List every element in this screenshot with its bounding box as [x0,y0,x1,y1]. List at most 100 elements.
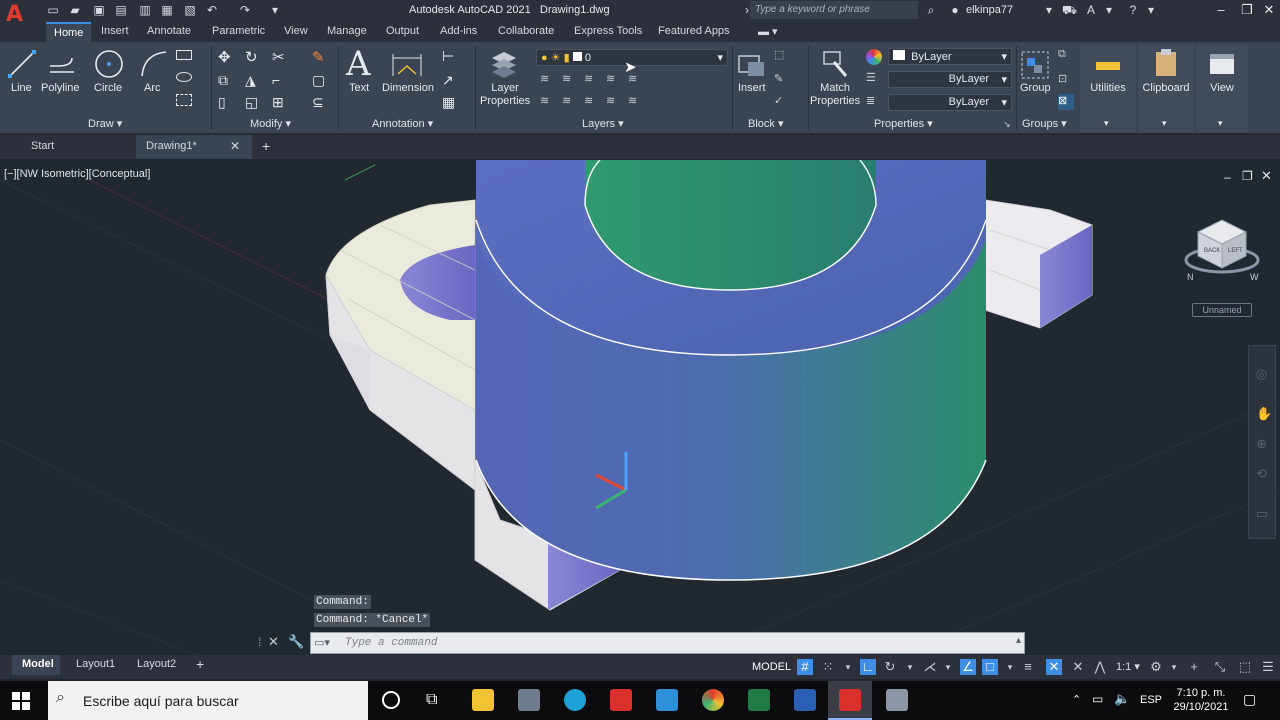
polar-tracking-icon[interactable]: ↻ [882,659,898,675]
layer-tool-icon[interactable]: ≋ [562,94,578,110]
lineweight-toggle-icon[interactable]: ≡ [1020,659,1036,675]
file-explorer-icon[interactable] [472,689,494,711]
add-layout-icon[interactable]: + [196,656,204,672]
tab-home[interactable]: Home [46,22,92,42]
battery-icon[interactable]: ▭ [1092,692,1103,706]
line-icon[interactable] [6,48,38,80]
user-icon[interactable]: ● [948,3,962,17]
panel-title-modify[interactable]: Modify ▾ [250,117,291,130]
layer-tool-icon[interactable]: ≋ [584,94,600,110]
arc-icon[interactable] [138,48,170,80]
command-history-toggle-icon[interactable]: ▴ [1016,635,1021,646]
zoom-icon[interactable]: ⊕ [1256,436,1267,452]
copy-icon[interactable]: ⧉ [218,72,234,88]
grid-toggle-icon[interactable]: # [797,659,813,675]
tab-collaborate[interactable]: Collaborate [498,25,554,37]
close-icon[interactable]: ✕ [1258,2,1280,18]
edit-block-icon[interactable]: ✎ [774,72,790,88]
dimension-button[interactable]: Dimension [382,82,434,95]
erase-icon[interactable]: ✎ [312,48,328,66]
layer-tool-icon[interactable]: ≋ [606,72,622,88]
chevron-down-icon[interactable]: ▾ [1002,659,1018,675]
notification-icon[interactable]: ▢ [1243,691,1256,708]
command-customize-icon[interactable]: 🔧 [288,634,304,650]
text-button[interactable]: Text [349,82,369,95]
match-properties-icon[interactable] [820,48,852,80]
compass-w[interactable]: W [1250,272,1259,282]
help-search-input[interactable]: Type a keyword or phrase [750,1,918,19]
rectangle-icon[interactable] [176,50,192,60]
match-properties-button[interactable]: Match Properties [810,82,860,108]
chevron-down-icon[interactable]: ▾ [1166,659,1182,675]
help-dropdown-icon[interactable]: ▾ [1144,3,1158,17]
a360-dropdown-icon[interactable]: ▾ [1102,3,1116,17]
autodesk-a360-icon[interactable]: A [1084,3,1098,17]
layer-tool-icon[interactable]: ≋ [562,72,578,88]
layer-tool-icon[interactable]: ≋ [584,72,600,88]
object-snap-icon[interactable]: □ [982,659,998,675]
fillet-icon[interactable]: ⌐ [272,72,288,88]
acrobat-icon[interactable] [610,689,632,711]
polyline-button[interactable]: Polyline [41,82,80,95]
viewport-controls-label[interactable]: [−][NW Isometric][Conceptual] [4,168,150,180]
steering-wheel-icon[interactable]: ◎ [1256,366,1267,382]
hatch-icon[interactable] [176,94,192,106]
polyline-icon[interactable] [46,48,78,80]
clean-screen-icon[interactable]: ⬚ [1237,659,1253,675]
ungroup-icon[interactable]: ⧉ [1058,48,1074,64]
orbit-icon[interactable]: ⟲ [1256,466,1267,482]
ucs-name-dropdown[interactable]: Unnamed [1192,303,1252,317]
linear-dim-icon[interactable]: ⊢ [442,48,458,64]
new-tab-icon[interactable]: + [262,138,270,154]
volume-icon[interactable]: 🔈 [1114,691,1130,707]
command-grip-icon[interactable]: ⁞ [258,635,261,649]
user-name[interactable]: elkinpa77 [966,4,1013,16]
snap-mode-icon[interactable]: ⁙ [820,659,836,675]
app-icon[interactable] [886,689,908,711]
viewcube-face-back[interactable]: BACK [1204,248,1220,254]
line-button[interactable]: Line [11,82,32,95]
layer-properties-button[interactable]: Layer Properties [480,82,530,108]
ortho-icon[interactable]: ∟ [860,659,876,675]
save-as-icon[interactable]: ▤ [114,3,128,17]
tab-parametric[interactable]: Parametric [212,25,265,37]
layer-tool-icon[interactable]: ≋ [540,94,556,110]
tab-view[interactable]: View [284,25,308,37]
showmotion-icon[interactable]: ▭ [1256,506,1268,522]
pan-icon[interactable]: ✋ [1256,406,1272,422]
viewcube-face-left[interactable]: LEFT [1228,248,1243,254]
array-icon[interactable]: ⊞ [272,94,288,110]
arc-button[interactable]: Arc [144,82,161,95]
command-close-icon[interactable]: ✕ [268,634,279,650]
leader-icon[interactable]: ↗ [442,72,458,88]
view-panel[interactable]: View ▾ [1196,44,1248,132]
plot-icon[interactable]: ▦ [160,3,174,17]
table-icon[interactable]: ▦ [442,94,458,110]
group-button[interactable]: Group [1020,82,1051,95]
move-icon[interactable]: ✥ [218,48,234,66]
circle-button[interactable]: Circle [94,82,122,95]
tab-featured-apps[interactable]: Featured Apps [658,25,730,37]
drawing-tab[interactable]: Drawing1* ✕ [136,135,252,159]
scale-icon[interactable]: ◱ [245,94,261,110]
tab-add-ins[interactable]: Add-ins [440,25,477,37]
color-dropdown[interactable]: ByLayer ▾ [888,48,1012,65]
minimize-icon[interactable]: – [1210,2,1232,18]
layout-tab-model[interactable]: Model [12,655,60,675]
annotation-monitor-icon[interactable]: + [1186,659,1202,675]
navigation-bar[interactable]: ◎ ✋ ⊕ ⟲ ▭ [1248,345,1276,539]
tab-manage[interactable]: Manage [327,25,367,37]
stretch-icon[interactable]: ▯ [218,94,234,110]
chevron-down-icon[interactable]: ▾ [940,659,956,675]
windows-start-icon[interactable] [12,692,30,710]
cortana-icon[interactable] [382,691,400,709]
chevron-down-icon[interactable]: ▾ [840,659,856,675]
tab-express-tools[interactable]: Express Tools [574,25,642,37]
input-language[interactable]: ESP [1140,694,1162,706]
explode-icon[interactable]: ▢ [312,72,328,88]
chrome-icon[interactable] [702,689,724,711]
panel-title-groups[interactable]: Groups ▾ [1022,117,1067,130]
layer-tool-icon[interactable]: ≋ [540,72,556,88]
undo-icon[interactable]: ↶ [205,3,219,17]
layer-properties-icon[interactable] [488,48,520,80]
